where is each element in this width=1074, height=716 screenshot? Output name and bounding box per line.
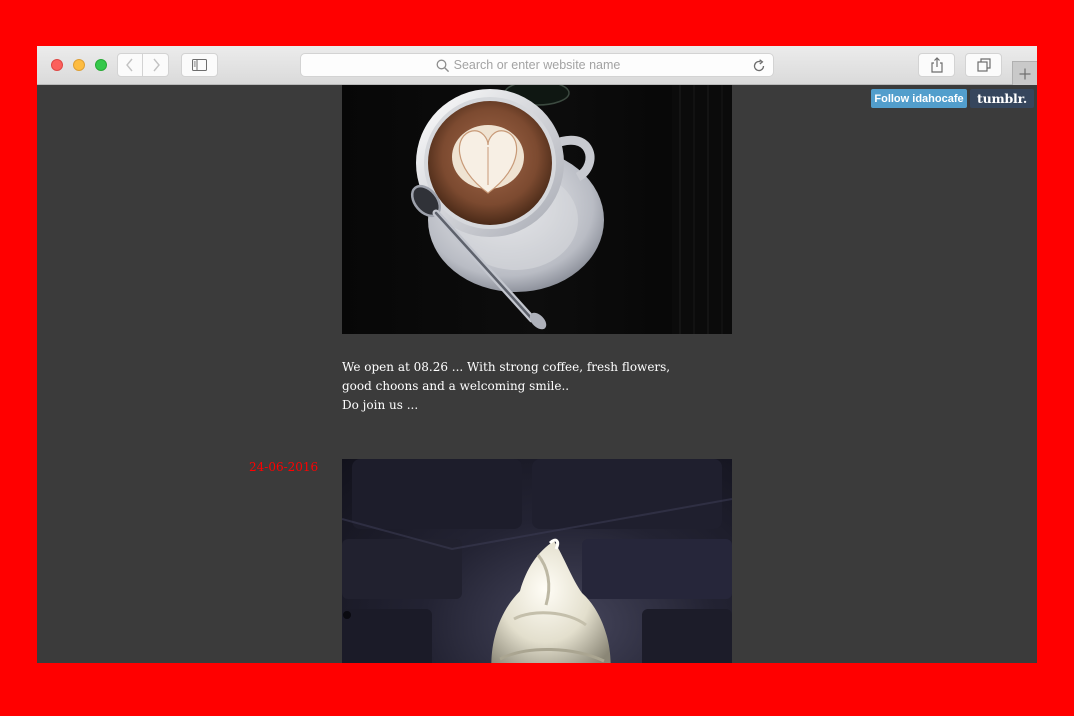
chevron-left-icon bbox=[126, 58, 133, 72]
sidebar-icon bbox=[192, 59, 207, 71]
show-tabs-button[interactable] bbox=[965, 53, 1002, 77]
minimize-window-button[interactable] bbox=[73, 59, 85, 71]
post-caption: We open at 08.26 ... With strong coffee,… bbox=[342, 358, 702, 415]
page-content: Follow idahocafe tumblr. We open at 08.2… bbox=[37, 85, 1037, 663]
reload-icon[interactable] bbox=[752, 59, 766, 73]
zoom-window-button[interactable] bbox=[95, 59, 107, 71]
browser-toolbar bbox=[37, 46, 1037, 85]
address-bar[interactable] bbox=[300, 53, 774, 77]
new-tab-button[interactable] bbox=[1012, 61, 1037, 85]
search-icon bbox=[436, 59, 450, 73]
follow-button[interactable]: Follow idahocafe bbox=[871, 89, 967, 108]
caption-line: We open at 08.26 ... With strong coffee,… bbox=[342, 360, 671, 393]
tumblr-logo[interactable]: tumblr. bbox=[970, 89, 1034, 108]
chevron-right-icon bbox=[152, 58, 160, 72]
tabs-overview-icon bbox=[976, 58, 991, 72]
plus-icon bbox=[1019, 68, 1031, 79]
sidebar-toggle-button[interactable] bbox=[181, 53, 218, 77]
close-window-button[interactable] bbox=[51, 59, 63, 71]
caption-line: Do join us ... bbox=[342, 398, 419, 412]
post-photo-coffee[interactable] bbox=[342, 85, 732, 334]
share-button[interactable] bbox=[918, 53, 955, 77]
latte-coffee-image bbox=[342, 85, 732, 334]
address-input[interactable] bbox=[301, 54, 773, 76]
browser-window: Follow idahocafe tumblr. bbox=[37, 46, 1037, 663]
post-photo-ice-cream[interactable] bbox=[342, 459, 732, 663]
soft-serve-ice-cream-image bbox=[342, 459, 732, 663]
post-date[interactable]: 24-06-2016 bbox=[249, 460, 318, 474]
forward-button[interactable] bbox=[143, 53, 169, 77]
share-icon bbox=[930, 57, 943, 73]
back-button[interactable] bbox=[117, 53, 143, 77]
